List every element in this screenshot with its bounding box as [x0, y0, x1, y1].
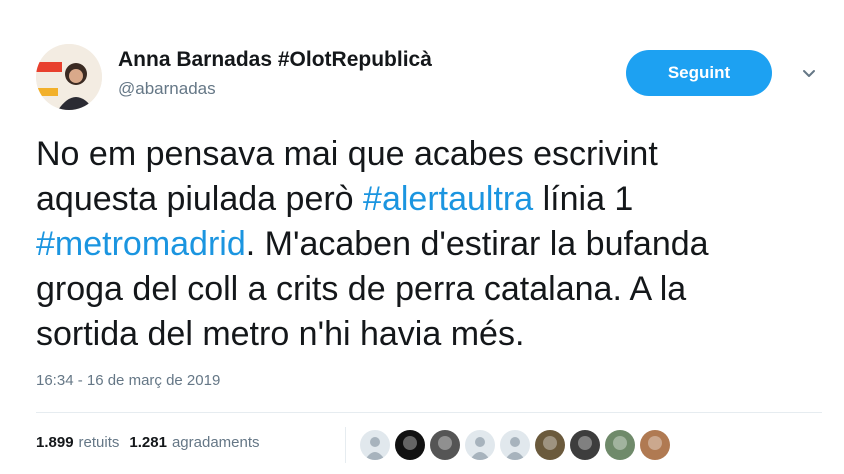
- tweet-text-line: aquesta piulada però #alertaultra línia …: [36, 177, 826, 222]
- retweets-count: 1.899: [36, 434, 74, 451]
- likes-count: 1.281: [129, 434, 167, 451]
- tweet-text-segment: sortida del metro n'hi havia més.: [36, 315, 525, 353]
- tweet-timestamp[interactable]: 16:34 - 16 de març de 2019: [36, 372, 220, 389]
- tweet-text: No em pensava mai que acabes escrivint aq…: [36, 132, 826, 357]
- divider: [36, 412, 822, 413]
- tweet-stats: 1.899 retuits 1.281 agradaments: [36, 434, 260, 451]
- retweets-stat[interactable]: 1.899 retuits: [36, 434, 119, 451]
- cartoon-avatar-icon[interactable]: [535, 430, 565, 460]
- tweet-text-segment: groga del coll a crits de perra catalana…: [36, 270, 687, 308]
- chevron-down-icon[interactable]: [798, 66, 820, 82]
- retweets-label: retuits: [78, 434, 120, 451]
- landscape-avatar-icon[interactable]: [605, 430, 635, 460]
- dog-avatar-icon[interactable]: [570, 430, 600, 460]
- tweet-text-line: No em pensava mai que acabes escrivint: [36, 132, 826, 177]
- display-name[interactable]: Anna Barnadas #OlotRepublicà: [118, 48, 432, 72]
- tweet-card: Anna Barnadas #OlotRepublicà @abarnadas …: [0, 0, 844, 474]
- tweet-text-line: #metromadrid. M'acaben d'estirar la bufa…: [36, 222, 826, 267]
- default-avatar-icon[interactable]: [360, 430, 390, 460]
- profile-avatar[interactable]: [36, 44, 102, 110]
- portrait-avatar-icon[interactable]: [640, 430, 670, 460]
- stats-separator: [345, 427, 346, 463]
- following-button[interactable]: Seguint: [626, 50, 772, 96]
- helmet-avatar-icon[interactable]: [430, 430, 460, 460]
- likes-stat[interactable]: 1.281 agradaments: [129, 434, 259, 451]
- profile-photo-icon: [36, 44, 102, 110]
- tweet-text-line: sortida del metro n'hi havia més.: [36, 312, 826, 357]
- tweet-text-segment: línia 1: [533, 180, 634, 218]
- tweet-text-line: groga del coll a crits de perra catalana…: [36, 267, 826, 312]
- default-avatar-icon[interactable]: [465, 430, 495, 460]
- default-avatar-icon[interactable]: [500, 430, 530, 460]
- hashtag-link[interactable]: #alertaultra: [363, 180, 533, 218]
- tweet-text-segment: aquesta piulada però: [36, 180, 364, 218]
- dark-planet-avatar-icon[interactable]: [395, 430, 425, 460]
- user-handle[interactable]: @abarnadas: [118, 79, 216, 99]
- likes-label: agradaments: [171, 434, 260, 451]
- hashtag-link[interactable]: #metromadrid: [36, 225, 246, 263]
- tweet-text-segment: No em pensava mai que acabes escrivint: [36, 135, 658, 173]
- liker-avatars: [360, 430, 675, 460]
- tweet-text-segment: . M'acaben d'estirar la bufanda: [245, 225, 709, 263]
